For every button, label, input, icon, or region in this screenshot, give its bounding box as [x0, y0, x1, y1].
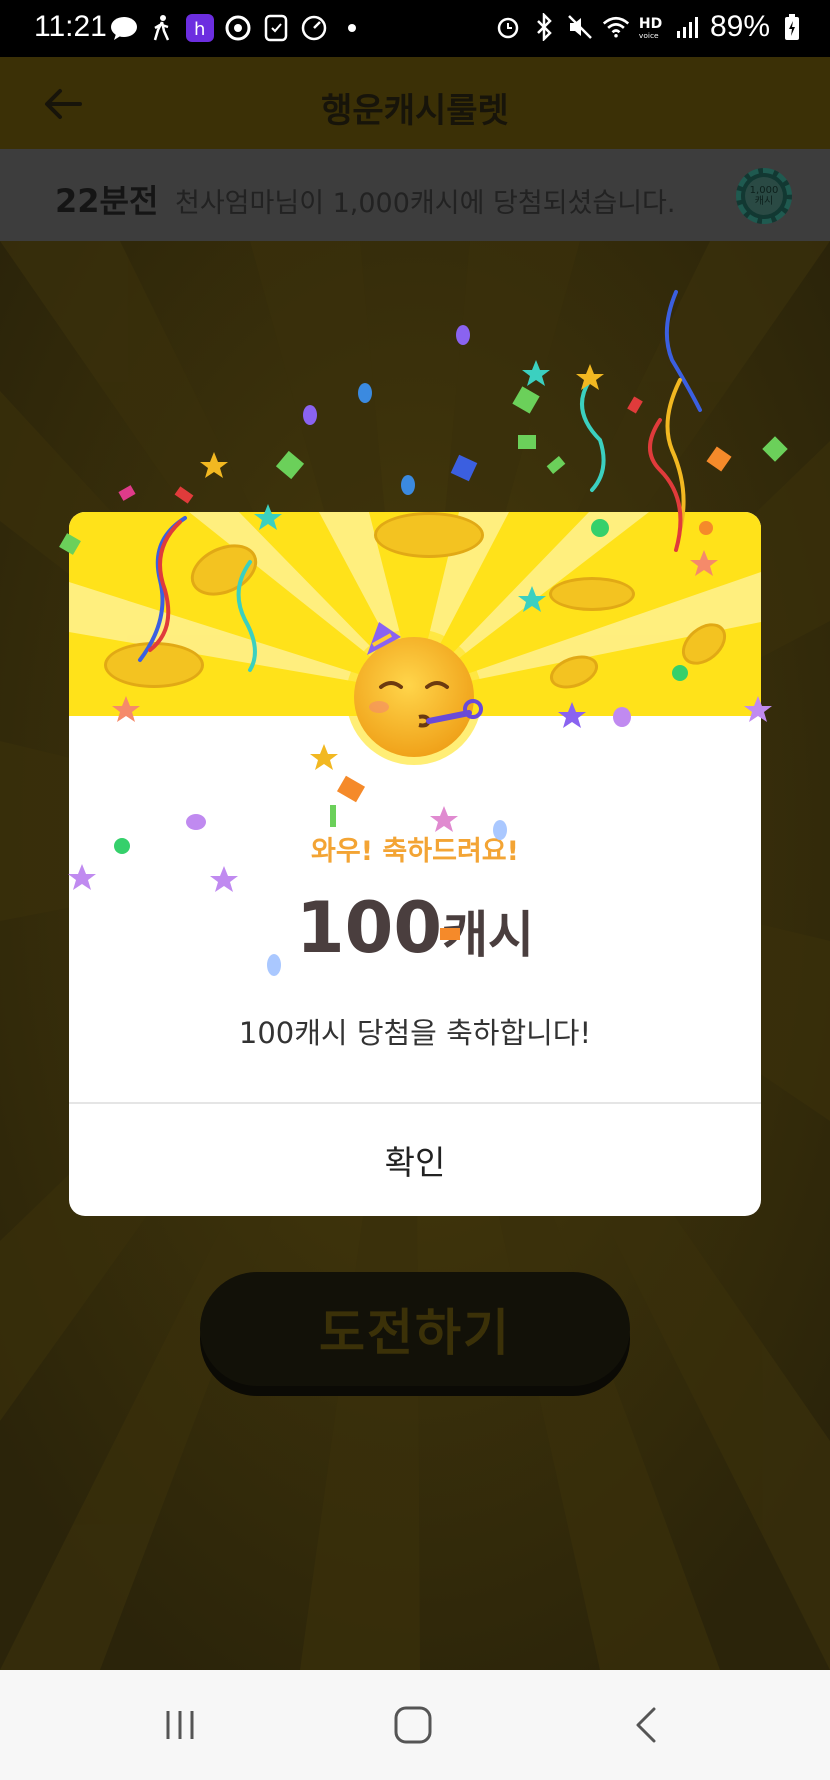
back-icon — [636, 1707, 656, 1743]
svg-text:voice: voice — [639, 31, 659, 40]
prize-amount-unit: 캐시 — [442, 906, 535, 964]
svg-text:h: h — [194, 19, 205, 40]
congrats-text: 와우! 축하드려요! — [311, 836, 519, 867]
ticker-message: 천사엄마님이 1,000캐시에 당첨되셨습니다. — [175, 188, 676, 219]
bluetooth-icon — [530, 13, 558, 41]
battery-percent: 89% — [709, 10, 770, 43]
status-bar: 11:21 h HD voice 89% — [0, 0, 830, 57]
svg-text:HD: HD — [639, 16, 662, 32]
win-dialog: 와우! 축하드려요! 100캐시 100캐시 당첨을 축하합니다! 확인 — [69, 512, 761, 1216]
home-icon — [394, 1706, 432, 1744]
recent-apps-icon — [166, 1711, 194, 1739]
app-ring-icon — [224, 14, 252, 42]
chat-bubble-icon — [110, 14, 138, 42]
gauge-icon — [300, 14, 328, 42]
h-app-icon: h — [186, 14, 214, 42]
system-nav-bar — [0, 1670, 830, 1780]
nav-back-button[interactable] — [616, 1700, 676, 1750]
coin-icon — [549, 577, 635, 611]
ticker-time: 22분전 — [55, 182, 159, 220]
prize-amount: 100캐시 — [69, 887, 761, 969]
status-time: 11:21 — [34, 10, 107, 43]
battery-icon — [778, 13, 806, 41]
mute-icon — [566, 13, 594, 41]
prize-description: 100캐시 당첨을 축하합니다! — [238, 1016, 592, 1050]
confirm-button[interactable]: 확인 — [69, 1104, 761, 1216]
walking-icon — [148, 14, 176, 42]
coin-icon — [374, 512, 484, 558]
alarm-icon — [494, 13, 522, 41]
prize-amount-number: 100 — [295, 887, 443, 969]
clipboard-icon — [262, 14, 290, 42]
challenge-label: 도전하기 — [319, 1304, 511, 1362]
app-header: 행운캐시룰렛 — [0, 57, 830, 149]
challenge-button[interactable]: 도전하기 — [200, 1272, 630, 1386]
winner-ticker: 22분전 천사엄마님이 1,000캐시에 당첨되셨습니다. — [0, 149, 830, 241]
dot-icon — [338, 14, 366, 42]
coin-icon — [104, 642, 204, 688]
status-icons-left: h — [110, 14, 366, 42]
home-button[interactable] — [383, 1700, 443, 1750]
signal-icon — [674, 13, 702, 41]
wifi-icon — [602, 13, 630, 41]
party-face-emoji-icon — [339, 617, 489, 767]
hd-voice-icon: HD voice — [638, 13, 666, 41]
chip-label: 1,000 캐시 — [745, 177, 783, 215]
page-title: 행운캐시룰렛 — [321, 91, 509, 131]
status-icons-right: HD voice 89% — [494, 10, 806, 44]
recent-apps-button[interactable] — [150, 1700, 210, 1750]
cash-chip-icon: 1,000 캐시 — [736, 168, 792, 224]
